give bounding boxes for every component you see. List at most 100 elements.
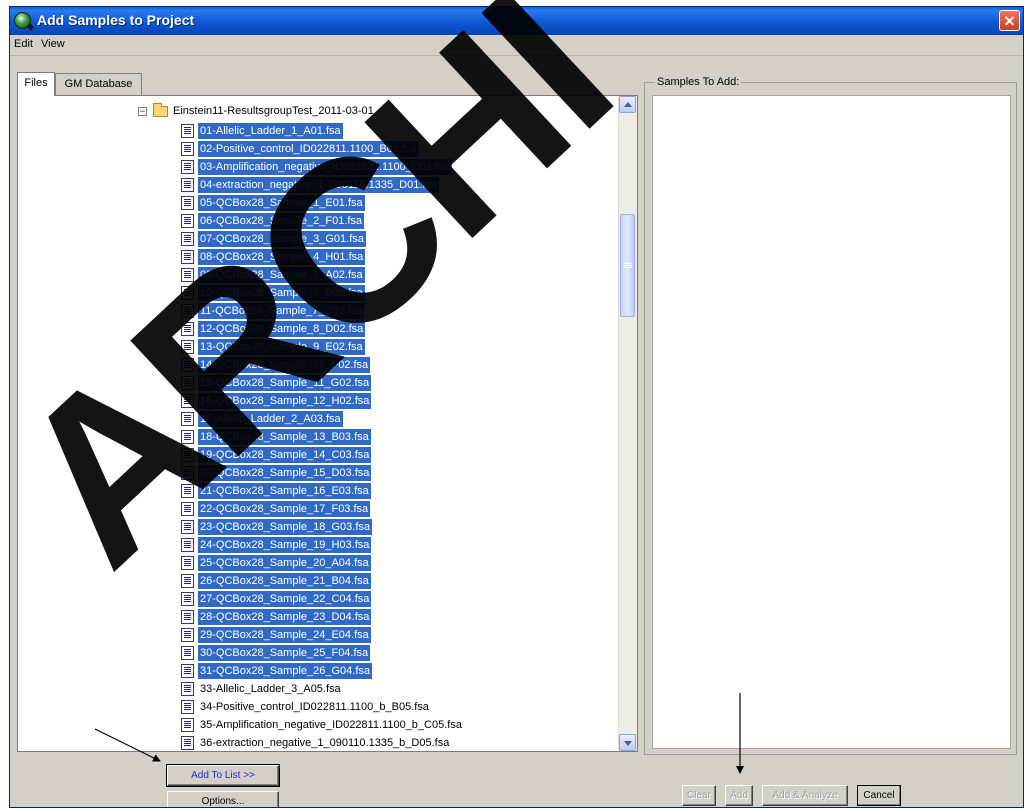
file-row[interactable]: 34-Positive_control_ID022811.1100_b_B05.… [181, 698, 601, 716]
file-row[interactable]: 26-QCBox28_Sample_21_B04.fsa [181, 572, 601, 590]
menu-view[interactable]: View [41, 38, 65, 50]
fsa-file-icon [181, 502, 194, 516]
file-row[interactable]: 33-Allelic_Ladder_3_A05.fsa [181, 680, 601, 698]
file-row[interactable]: 08-QCBox28_Sample_4_H01.fsa [181, 248, 601, 266]
file-row[interactable]: 02-Positive_control_ID022811.1100_B01.fs… [181, 140, 601, 158]
scrollbar-thumb[interactable] [620, 214, 635, 317]
cancel-button[interactable]: Cancel [857, 785, 901, 806]
fsa-file-icon [181, 286, 194, 300]
file-row[interactable]: 22-QCBox28_Sample_17_F03.fsa [181, 500, 601, 518]
close-button[interactable]: ✕ [999, 10, 1020, 31]
file-row[interactable]: 27-QCBox28_Sample_22_C04.fsa [181, 590, 601, 608]
file-row[interactable]: 14-QCBox28_Sample_10_F02.fsa [181, 356, 601, 374]
file-row[interactable]: 35-Amplification_negative_ID022811.1100_… [181, 716, 601, 734]
file-label: 02-Positive_control_ID022811.1100_B01.fs… [198, 141, 419, 157]
file-row[interactable]: 07-QCBox28_Sample_3_G01.fsa [181, 230, 601, 248]
fsa-file-icon [181, 664, 194, 678]
collapse-icon[interactable]: − [138, 107, 147, 116]
file-label: 26-QCBox28_Sample_21_B04.fsa [198, 573, 371, 589]
fsa-file-icon [181, 178, 194, 192]
fsa-file-icon [181, 628, 194, 642]
file-label: 31-QCBox28_Sample_26_G04.fsa [198, 663, 372, 679]
add-to-list-button[interactable]: Add To List >> [166, 764, 280, 787]
file-row[interactable]: 23-QCBox28_Sample_18_G03.fsa [181, 518, 601, 536]
vertical-scrollbar[interactable] [618, 96, 637, 751]
file-label: 33-Allelic_Ladder_3_A05.fsa [200, 683, 341, 695]
file-label: 04-extraction_negative_1_090110.1335_D01… [198, 177, 440, 193]
file-row[interactable]: 24-QCBox28_Sample_19_H03.fsa [181, 536, 601, 554]
fsa-file-icon [181, 340, 194, 354]
fsa-file-icon [181, 448, 194, 462]
tab-gm-database[interactable]: GM Database [55, 73, 142, 95]
fsa-file-icon [181, 358, 194, 372]
file-row[interactable]: 04-extraction_negative_1_090110.1335_D01… [181, 176, 601, 194]
file-row[interactable]: 05-QCBox28_Sample_1_E01.fsa [181, 194, 601, 212]
file-row[interactable]: 10-QCBox28_Sample_6_B02.fsa [181, 284, 601, 302]
clear-button[interactable]: Clear [682, 785, 716, 806]
file-row[interactable]: 16-QCBox28_Sample_12_H02.fsa [181, 392, 601, 410]
grip-icon [624, 263, 632, 264]
file-label: 30-QCBox28_Sample_25_F04.fsa [198, 645, 371, 661]
options-button[interactable]: Options... [167, 791, 279, 807]
file-row[interactable]: 12-QCBox28_Sample_8_D02.fsa [181, 320, 601, 338]
fsa-file-icon [181, 574, 194, 588]
file-row[interactable]: 21-QCBox28_Sample_16_E03.fsa [181, 482, 601, 500]
file-row[interactable]: 31-QCBox28_Sample_26_G04.fsa [181, 662, 601, 680]
file-label: 22-QCBox28_Sample_17_F03.fsa [198, 501, 371, 517]
fsa-file-icon [181, 142, 194, 156]
files-tree: − Einstein11-ResultsgroupTest_2011-03-01… [18, 96, 619, 751]
fsa-file-icon [181, 394, 194, 408]
add-and-analyze-button[interactable]: Add & Analyze [762, 785, 848, 806]
fsa-file-icon [181, 304, 194, 318]
title-bar[interactable]: Add Samples to Project ✕ [10, 7, 1023, 35]
file-row[interactable]: 15-QCBox28_Sample_11_G02.fsa [181, 374, 601, 392]
file-label: 15-QCBox28_Sample_11_G02.fsa [198, 375, 372, 391]
fsa-file-icon [181, 610, 194, 624]
file-row[interactable]: 13-QCBox28_Sample_9_E02.fsa [181, 338, 601, 356]
file-label: 08-QCBox28_Sample_4_H01.fsa [198, 249, 366, 265]
file-label: 13-QCBox28_Sample_9_E02.fsa [198, 339, 365, 355]
file-row[interactable]: 29-QCBox28_Sample_24_E04.fsa [181, 626, 601, 644]
file-label: 06-QCBox28_Sample_2_F01.fsa [198, 213, 365, 229]
file-label: 14-QCBox28_Sample_10_F02.fsa [198, 357, 371, 373]
file-label: 21-QCBox28_Sample_16_E03.fsa [198, 483, 371, 499]
file-label: 16-QCBox28_Sample_12_H02.fsa [198, 393, 372, 409]
file-row[interactable]: 11-QCBox28_Sample_7_C02.fsa [181, 302, 601, 320]
file-row[interactable]: 36-extraction_negative_1_090110.1335_b_D… [181, 734, 601, 751]
samples-to-add-list[interactable] [652, 95, 1011, 749]
file-row[interactable]: 09-QCBox28_Sample_5_A02.fsa [181, 266, 601, 284]
fsa-file-icon [181, 538, 194, 552]
file-label: 28-QCBox28_Sample_23_D04.fsa [198, 609, 372, 625]
fsa-file-icon [181, 196, 194, 210]
file-label: 34-Positive_control_ID022811.1100_b_B05.… [200, 701, 429, 713]
file-list: 01-Allelic_Ladder_1_A01.fsa 02-Positive_c… [181, 122, 601, 751]
menu-bar: Edit View [10, 35, 1023, 56]
file-row[interactable]: 19-QCBox28_Sample_14_C03.fsa [181, 446, 601, 464]
fsa-file-icon [181, 556, 194, 570]
menu-edit[interactable]: Edit [14, 38, 33, 50]
file-row[interactable]: 06-QCBox28_Sample_2_F01.fsa [181, 212, 601, 230]
file-label: 07-QCBox28_Sample_3_G01.fsa [198, 231, 366, 247]
file-label: 05-QCBox28_Sample_1_E01.fsa [198, 195, 365, 211]
file-row[interactable]: 01-Allelic_Ladder_1_A01.fsa [181, 122, 601, 140]
file-label: 35-Amplification_negative_ID022811.1100_… [200, 719, 462, 731]
scroll-down-arrow-icon[interactable] [619, 734, 636, 751]
file-row[interactable]: 25-QCBox28_Sample_20_A04.fsa [181, 554, 601, 572]
fsa-file-icon [181, 322, 194, 336]
file-row[interactable]: 18-QCBox28_Sample_13_B03.fsa [181, 428, 601, 446]
samples-to-add-label: Samples To Add: [655, 76, 742, 88]
folder-label: Einstein11-ResultsgroupTest_2011-03-01 [173, 105, 374, 117]
scroll-up-arrow-icon[interactable] [619, 96, 636, 113]
file-row[interactable]: 28-QCBox28_Sample_23_D04.fsa [181, 608, 601, 626]
file-label: 36-extraction_negative_1_090110.1335_b_D… [200, 737, 450, 749]
file-row[interactable]: 20-QCBox28_Sample_15_D03.fsa [181, 464, 601, 482]
file-row[interactable]: 30-QCBox28_Sample_25_F04.fsa [181, 644, 601, 662]
file-row[interactable]: 17-Allelic_Ladder_2_A03.fsa [181, 410, 601, 428]
file-label: 18-QCBox28_Sample_13_B03.fsa [198, 429, 371, 445]
tab-files[interactable]: Files [17, 72, 55, 96]
file-label: 24-QCBox28_Sample_19_H03.fsa [198, 537, 372, 553]
add-button[interactable]: Add [725, 785, 753, 806]
fsa-file-icon [181, 646, 194, 660]
file-row[interactable]: 03-Amplification_negative_ID022811.1100_… [181, 158, 601, 176]
file-label: 09-QCBox28_Sample_5_A02.fsa [198, 267, 365, 283]
